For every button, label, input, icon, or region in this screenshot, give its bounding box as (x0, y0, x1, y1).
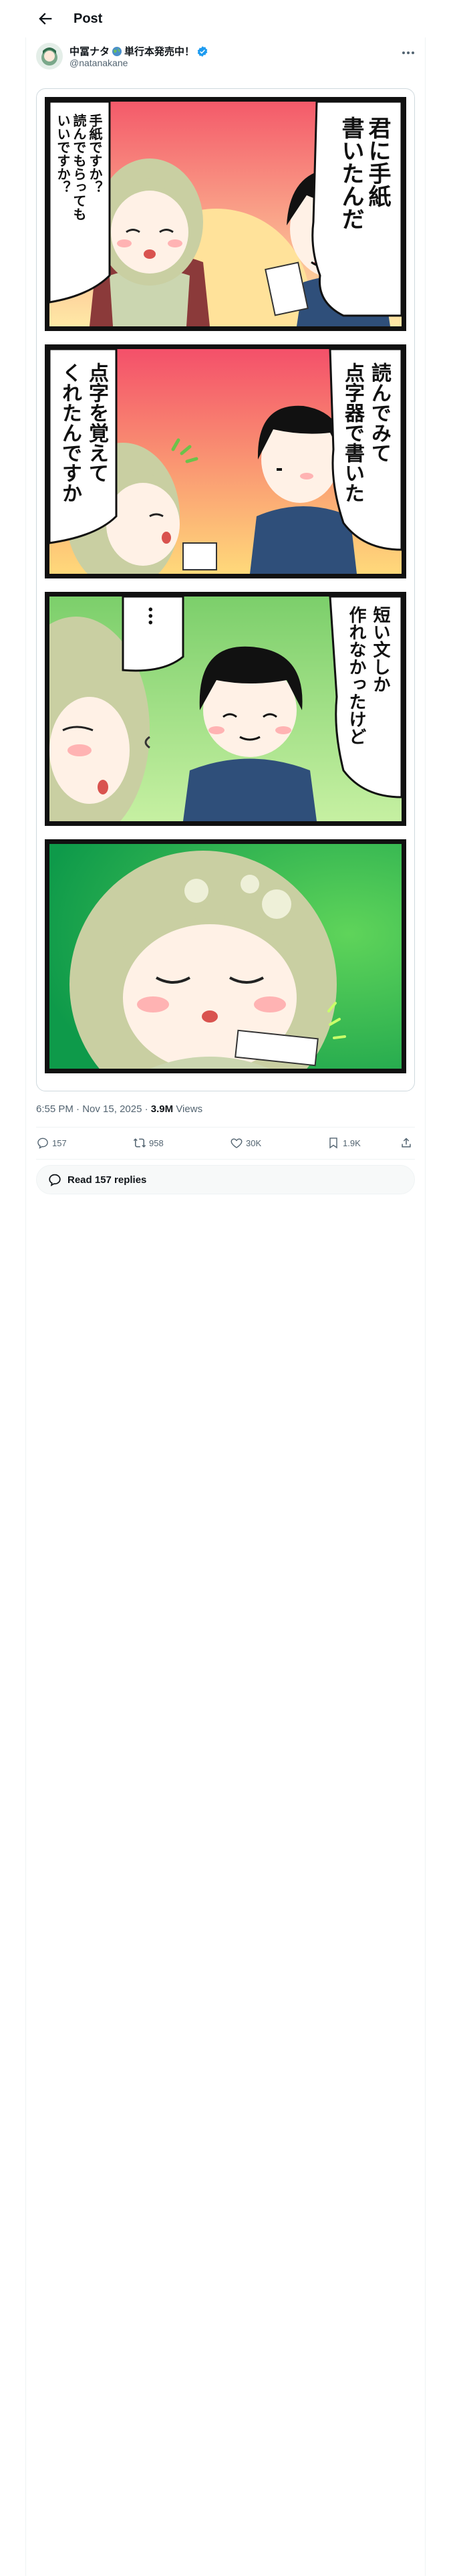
panel-2-bubble-right: 読んでみて 点字器で書いた (341, 362, 391, 503)
comic-panel-3: 短い文しか 作れなかったけど … (45, 592, 406, 826)
more-options-icon[interactable] (400, 47, 417, 59)
repost-icon (133, 1138, 146, 1148)
divider (36, 1159, 415, 1160)
bookmark-button[interactable]: 1.9K (327, 1135, 361, 1151)
page-title: Post (73, 11, 103, 26)
page-header: Post (25, 0, 426, 37)
panel-4-art (49, 844, 402, 1069)
repost-button[interactable]: 958 (133, 1135, 164, 1151)
post-date[interactable]: Nov 15, 2025 (82, 1103, 142, 1115)
share-icon (402, 1138, 411, 1148)
author-name-suffix: 単行本発売中！ (124, 46, 195, 58)
panel-3-bubble-left: … (144, 606, 167, 626)
author-handle[interactable]: @natanakane (69, 58, 128, 68)
post-time[interactable]: 6:55 PM (36, 1103, 73, 1115)
repost-count: 958 (149, 1138, 164, 1148)
author-display-name: 中冨ナタ (69, 46, 110, 58)
read-replies-label: Read 157 replies (67, 1174, 147, 1186)
action-bar: 157 958 30K 1.9K (36, 1128, 415, 1158)
heart-icon (231, 1138, 243, 1148)
verified-badge-icon (197, 45, 208, 57)
author-name[interactable]: 中冨ナタ 単行本発売中！ (69, 44, 208, 58)
reply-button[interactable]: 157 (36, 1135, 67, 1151)
comic-panel-4 (45, 839, 406, 1073)
bookmark-count: 1.9K (343, 1138, 361, 1148)
like-button[interactable]: 30K (230, 1135, 261, 1151)
post-meta: 6:55 PM · Nov 15, 2025 · 3.9M Views (36, 1103, 203, 1115)
reply-icon (37, 1138, 48, 1149)
panel-1-bubble-right: 君に手紙 書いたんだ (337, 116, 391, 230)
panel-2-bubble-left: 点字を覚えて くれたんですか (58, 362, 108, 503)
comic-panel-2: 読んでみて 点字器で書いた 点字を覚えて くれたんですか (45, 344, 406, 578)
avatar[interactable] (36, 43, 63, 70)
read-replies-button[interactable]: Read 157 replies (36, 1165, 415, 1194)
views-count: 3.9M (150, 1103, 174, 1115)
share-button[interactable] (400, 1135, 413, 1151)
comic-panel-1: 君に手紙 書いたんだ 手紙ですか？ 読んでもらっても いいですか？ (45, 97, 406, 331)
replies-bubble-icon (49, 1174, 61, 1186)
globe-emoji-icon (112, 46, 122, 56)
post-image[interactable]: 君に手紙 書いたんだ 手紙ですか？ 読んでもらっても いいですか？ 読んでみて (36, 88, 415, 1091)
reply-count: 157 (52, 1138, 67, 1148)
panel-3-bubble-right: 短い文しか 作れなかったけど (346, 606, 390, 745)
bookmark-icon (329, 1138, 337, 1149)
panel-1-bubble-left: 手紙ですか？ 読んでもらっても いいですか？ (55, 114, 103, 221)
like-count: 30K (246, 1138, 262, 1148)
arrow-left-icon[interactable] (36, 9, 55, 28)
views-label: Views (176, 1103, 203, 1115)
